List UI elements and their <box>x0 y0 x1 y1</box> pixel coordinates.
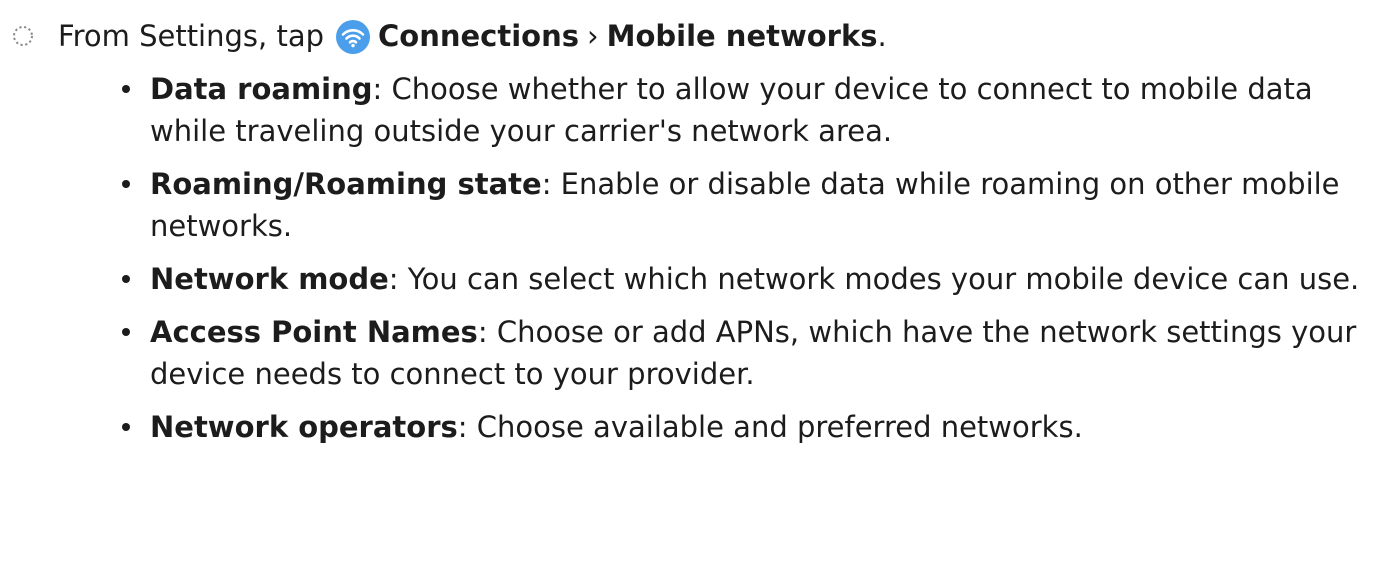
option-list: Data roaming: Choose whether to allow yo… <box>116 68 1366 459</box>
dotted-circle-icon <box>10 23 36 49</box>
bullet-point <box>122 180 130 188</box>
wifi-connections-icon <box>336 20 370 54</box>
step-line: From Settings, tap Connections › Mobile … <box>10 10 887 62</box>
list-item: Access Point Names: Choose or add APNs, … <box>116 311 1366 395</box>
list-item: Data roaming: Choose whether to allow yo… <box>116 68 1366 152</box>
step-suffix: . <box>877 19 887 53</box>
option-term: Network mode <box>150 262 389 296</box>
option-description: : You can select which network modes you… <box>388 262 1360 296</box>
bullet-point <box>122 275 130 283</box>
bullet-point <box>122 328 130 336</box>
option-term: Network operators <box>150 410 458 444</box>
list-item: Roaming/Roaming state: Enable or disable… <box>116 163 1366 247</box>
option-term: Roaming/Roaming state <box>150 167 542 201</box>
option-description: : Choose available and preferred network… <box>457 410 1083 444</box>
list-item: Network mode: You can select which netwo… <box>116 258 1366 300</box>
option-term: Data roaming <box>150 72 373 106</box>
location-connections: Connections <box>378 19 579 53</box>
step-prefix: From Settings, tap <box>58 19 324 53</box>
instruction-section: From Settings, tap Connections › Mobile … <box>0 0 1385 563</box>
bullet-point <box>122 423 130 431</box>
list-item: Network operators: Choose available and … <box>116 406 1366 448</box>
location-mobile-networks: Mobile networks <box>606 19 878 53</box>
bullet-point <box>122 85 130 93</box>
option-term: Access Point Names <box>150 315 478 349</box>
breadcrumb-separator: › <box>587 19 599 53</box>
